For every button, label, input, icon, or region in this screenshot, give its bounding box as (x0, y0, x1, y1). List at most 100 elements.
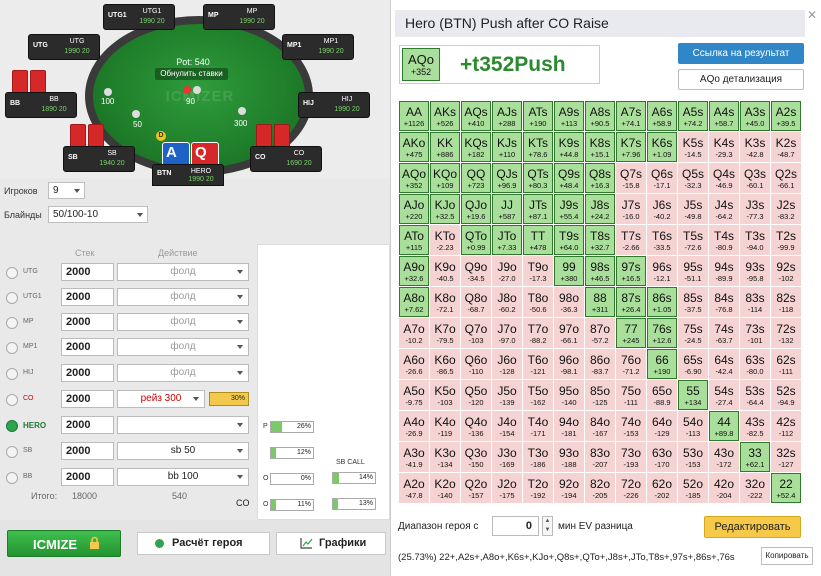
seat-hij[interactable]: HIJ HIJ 1990 20 (298, 92, 370, 118)
hand-cell[interactable]: 33 +62.1 (740, 442, 770, 472)
seat-mp[interactable]: MP MP 1990 20 (203, 4, 275, 30)
hand-cell[interactable]: 98o -36.3 (554, 287, 584, 317)
hand-cell[interactable]: 73s -101 (740, 318, 770, 348)
hand-cell[interactable]: A9s +113 (554, 101, 584, 131)
hand-cell[interactable]: 63s -80.0 (740, 349, 770, 379)
hand-cell[interactable]: T2o -192 (523, 473, 553, 503)
hand-cell[interactable]: 84o -167 (585, 411, 615, 441)
blinds-select[interactable]: 50/100-10 (48, 206, 148, 223)
hand-cell[interactable]: J8o -60.2 (492, 287, 522, 317)
hand-cell[interactable]: J6s -40.2 (647, 194, 677, 224)
position-radio[interactable] (6, 342, 18, 354)
hand-cell[interactable]: K6o -86.5 (430, 349, 460, 379)
hand-cell[interactable]: Q4o -136 (461, 411, 491, 441)
hand-cell[interactable]: 83s -114 (740, 287, 770, 317)
hand-cell[interactable]: 76o -71.2 (616, 349, 646, 379)
hand-cell[interactable]: 98s +46.5 (585, 256, 615, 286)
hand-cell[interactable]: 82s -118 (771, 287, 801, 317)
hand-cell[interactable]: 64s -42.4 (709, 349, 739, 379)
hand-cell[interactable]: JJ +587 (492, 194, 522, 224)
stack-input[interactable]: 2000 (61, 263, 114, 281)
hand-cell[interactable]: AQs +410 (461, 101, 491, 131)
seat-utg[interactable]: UTG UTG 1990 20 (28, 34, 100, 60)
range-percent-badge[interactable]: 30% (209, 392, 249, 406)
hand-cell[interactable]: J2s -83.2 (771, 194, 801, 224)
stack-input[interactable]: 2000 (61, 313, 114, 331)
hand-cell[interactable]: 96s -12.1 (647, 256, 677, 286)
hand-cell[interactable]: A9o +32.6 (399, 256, 429, 286)
hand-cell[interactable]: 92o -194 (554, 473, 584, 503)
hand-cell[interactable]: KJo +32.5 (430, 194, 460, 224)
hand-cell[interactable]: K3o -134 (430, 442, 460, 472)
stack-input[interactable]: 2000 (61, 288, 114, 306)
hand-cell[interactable]: QQ +723 (461, 163, 491, 193)
hand-cell[interactable]: Q6s -17.1 (647, 163, 677, 193)
edit-button[interactable]: Редактировать (704, 516, 801, 538)
hand-cell[interactable]: T4o -171 (523, 411, 553, 441)
hand-cell[interactable]: T3o -186 (523, 442, 553, 472)
graphs-button[interactable]: Графики (276, 532, 386, 555)
hand-cell[interactable]: A2s +39.5 (771, 101, 801, 131)
hand-cell[interactable]: A8s +90.5 (585, 101, 615, 131)
hand-cell[interactable]: 85o -125 (585, 380, 615, 410)
hand-cell[interactable]: K9o -40.5 (430, 256, 460, 286)
hand-cell[interactable]: 54o -113 (678, 411, 708, 441)
hand-cell[interactable]: KTo -2.23 (430, 225, 460, 255)
hand-cell[interactable]: KJs +110 (492, 132, 522, 162)
hand-cell[interactable]: J2o -175 (492, 473, 522, 503)
hand-cell[interactable]: T9s +64.0 (554, 225, 584, 255)
hand-cell[interactable]: 96o -98.1 (554, 349, 584, 379)
stack-input[interactable]: 2000 (61, 364, 114, 382)
hand-cell[interactable]: 52o -185 (678, 473, 708, 503)
hand-cell[interactable]: A7o -10.2 (399, 318, 429, 348)
hand-cell[interactable]: 84s -76.8 (709, 287, 739, 317)
hand-cell[interactable]: QTo +0.99 (461, 225, 491, 255)
hand-cell[interactable]: J7o -97.0 (492, 318, 522, 348)
hand-cell[interactable]: AA +1126 (399, 101, 429, 131)
hand-cell[interactable]: J6o -128 (492, 349, 522, 379)
hand-cell[interactable]: 22 +52.4 (771, 473, 801, 503)
hand-cell[interactable]: 44 +89.8 (709, 411, 739, 441)
action-select[interactable]: bb 100 (117, 468, 249, 486)
hand-cell[interactable]: 94o -181 (554, 411, 584, 441)
hand-cell[interactable]: A7s +74.1 (616, 101, 646, 131)
hand-cell[interactable]: 76s +12.6 (647, 318, 677, 348)
seat-co[interactable]: CO CO 1690 20 (250, 146, 322, 172)
hand-cell[interactable]: AQo +352 (399, 163, 429, 193)
position-radio[interactable] (6, 368, 18, 380)
action-select[interactable]: фолд (117, 364, 249, 382)
min-ev-input[interactable]: 0 (492, 516, 539, 536)
hand-cell[interactable]: K4s -29.3 (709, 132, 739, 162)
hand-cell[interactable]: J8s +24.2 (585, 194, 615, 224)
hand-cell[interactable]: K7o -79.5 (430, 318, 460, 348)
hand-cell[interactable]: A8o +7.62 (399, 287, 429, 317)
hand-cell[interactable]: 65s -6.90 (678, 349, 708, 379)
hand-cell[interactable]: K2o -140 (430, 473, 460, 503)
hand-cell[interactable]: A5s +74.2 (678, 101, 708, 131)
hand-cell[interactable]: 66 +190 (647, 349, 677, 379)
hand-cell[interactable]: 32s -127 (771, 442, 801, 472)
hand-cell[interactable]: AKo +475 (399, 132, 429, 162)
position-radio[interactable] (6, 292, 18, 304)
action-select[interactable]: рейз 300 (117, 390, 205, 408)
hand-cell[interactable]: T6s -33.5 (647, 225, 677, 255)
hand-cell[interactable]: T5o -162 (523, 380, 553, 410)
result-link-button[interactable]: Ссылка на результат (678, 43, 804, 64)
stack-input[interactable]: 2000 (61, 442, 114, 460)
close-icon[interactable]: ✕ (807, 8, 819, 22)
hand-cell[interactable]: A3s +45.0 (740, 101, 770, 131)
hand-cell[interactable]: J9o -27.0 (492, 256, 522, 286)
hand-cell[interactable]: T7s -2.66 (616, 225, 646, 255)
position-radio[interactable] (6, 446, 18, 458)
reset-bets-button[interactable]: Обнулить ставки (155, 68, 228, 80)
hand-cell[interactable]: ATs +190 (523, 101, 553, 131)
seat-bb[interactable]: BB BB 1890 20 (5, 92, 77, 118)
hand-cell[interactable]: 82o -205 (585, 473, 615, 503)
hand-cell[interactable]: 73o -193 (616, 442, 646, 472)
hand-cell[interactable]: AJo +220 (399, 194, 429, 224)
hand-cell[interactable]: QJo +19.6 (461, 194, 491, 224)
hand-cell[interactable]: 86o -83.7 (585, 349, 615, 379)
hand-cell[interactable]: 83o -207 (585, 442, 615, 472)
hand-cell[interactable]: 93o -188 (554, 442, 584, 472)
hand-cell[interactable]: A3o -41.9 (399, 442, 429, 472)
